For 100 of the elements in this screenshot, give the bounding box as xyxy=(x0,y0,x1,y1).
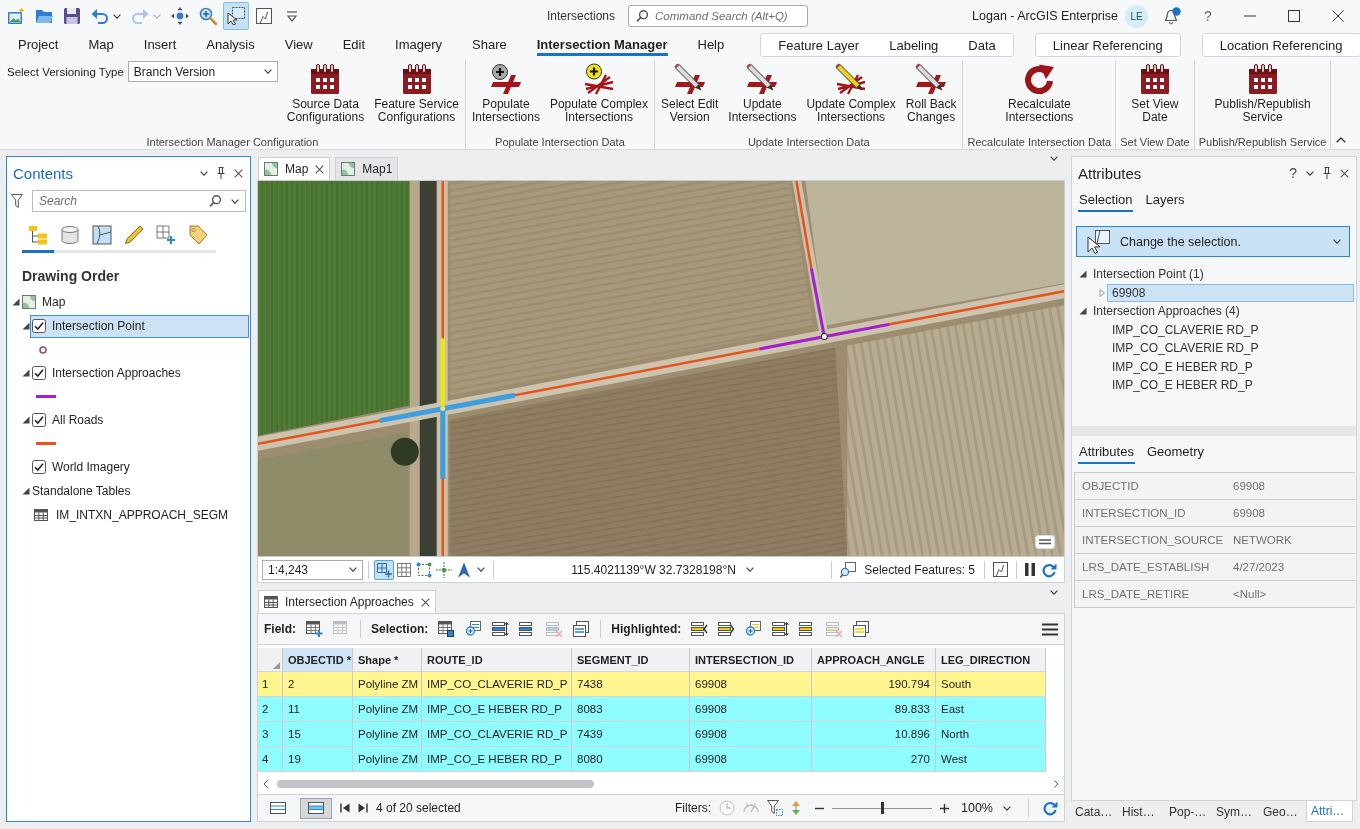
ribbon-button[interactable]: Publish/Republish Service xyxy=(1210,60,1315,130)
table-row[interactable]: 2 11 Polyline ZM IMP_CO_E HEBER RD_P 8083 69908 89.833 East xyxy=(258,697,1046,722)
tree-item[interactable]: Intersection Approaches (4) xyxy=(1088,302,1354,321)
triangle-icon[interactable] xyxy=(1079,270,1087,279)
filter-extent-icon[interactable] xyxy=(767,800,783,816)
tree-item[interactable]: IMP_CO_E HEBER RD_P xyxy=(1107,376,1354,395)
chevron-down-icon[interactable] xyxy=(1050,590,1058,595)
help-button[interactable]: ? xyxy=(1196,8,1220,24)
checkbox[interactable] xyxy=(32,413,46,427)
caret-icon[interactable] xyxy=(477,567,485,572)
table-plus-icon[interactable] xyxy=(306,621,323,637)
options-chevron-icon[interactable] xyxy=(200,170,208,176)
swap-rows-icon[interactable] xyxy=(772,621,790,637)
ribbon-tab[interactable]: View xyxy=(269,32,328,57)
tree-item[interactable]: IMP_CO_CLAVERIE RD_P xyxy=(1107,339,1354,358)
checkbox[interactable] xyxy=(32,366,46,380)
last-record-icon[interactable] xyxy=(358,803,368,813)
ribbon-tab[interactable]: Analysis xyxy=(191,32,270,57)
list-arrow-icon[interactable] xyxy=(718,621,736,637)
checkbox[interactable] xyxy=(32,460,46,474)
column-header[interactable]: Shape * xyxy=(353,648,422,672)
ribbon-tab[interactable]: Imagery xyxy=(380,32,458,57)
scrollbar-thumb[interactable] xyxy=(277,780,594,788)
row-number[interactable]: 4 xyxy=(258,747,283,772)
dock-tab[interactable]: Cata… xyxy=(1071,801,1118,822)
map-item[interactable]: Map xyxy=(20,290,249,314)
ribbon-button[interactable]: Recalculate Intersections xyxy=(1001,60,1078,130)
first-record-icon[interactable] xyxy=(340,803,350,813)
column-header[interactable]: SEGMENT_ID xyxy=(572,648,690,672)
close-icon[interactable] xyxy=(234,168,243,178)
tree-item[interactable]: IMP_CO_E HEBER RD_P xyxy=(1107,357,1354,376)
selected-features-count[interactable]: Selected Features: 5 xyxy=(864,562,975,577)
filter-icon[interactable] xyxy=(11,193,23,208)
column-header[interactable]: INTERSECTION_ID xyxy=(690,648,812,672)
chevron-down-icon[interactable] xyxy=(1050,156,1058,161)
triangle-icon[interactable] xyxy=(22,487,30,495)
ribbon-button[interactable]: Update Complex Intersections xyxy=(802,60,900,130)
ribbon-tab[interactable]: Feature Layer xyxy=(763,34,875,56)
close-icon[interactable] xyxy=(1340,168,1349,178)
copy-list-icon[interactable] xyxy=(853,621,871,637)
table-row[interactable]: 4 19 Polyline ZM IMP_CO_E HEBER RD_P 8080 69908 270 West xyxy=(258,747,1046,772)
pin-icon[interactable] xyxy=(1323,167,1331,179)
triangle-icon[interactable] xyxy=(22,416,30,424)
options-chevron-icon[interactable] xyxy=(1306,170,1314,176)
aerial-map[interactable] xyxy=(258,181,1064,556)
zoom-in-plus-icon[interactable] xyxy=(940,803,949,813)
tree-item[interactable]: 69908 xyxy=(1107,283,1354,302)
ribbon-button[interactable]: Populate Complex Intersections xyxy=(545,60,652,130)
snapping-toggle[interactable] xyxy=(374,559,394,580)
menu-icon[interactable] xyxy=(1042,622,1058,636)
ribbon-button[interactable]: Source Data Configurations xyxy=(282,60,369,130)
dock-tab[interactable]: Geo… xyxy=(1259,801,1306,822)
pin-icon[interactable] xyxy=(217,167,225,179)
table-item[interactable]: IM_INTXN_APPROACH_SEGM xyxy=(32,503,249,527)
layer-item[interactable]: Intersection Point xyxy=(30,314,249,338)
ribbon-tab[interactable]: Linear Referencing xyxy=(1037,34,1178,56)
layer-item[interactable]: World Imagery xyxy=(30,455,249,479)
pane-tab[interactable]: Layers xyxy=(1144,189,1186,212)
chevron-down-icon[interactable] xyxy=(745,567,754,572)
ribbon-tab[interactable]: Labeling xyxy=(874,34,954,56)
triangle-icon[interactable] xyxy=(12,298,20,306)
refresh-icon[interactable] xyxy=(1041,561,1057,578)
ribbon-button[interactable]: Set View Date xyxy=(1127,60,1183,130)
ribbon-button[interactable]: Feature Service Configurations xyxy=(370,60,463,130)
table-row[interactable]: 3 15 Polyline ZM IMP_CO_CLAVERIE RD_P 7439 69908 10.896 North xyxy=(258,722,1046,747)
zoom-to-icon[interactable] xyxy=(745,621,763,637)
ribbon-tab[interactable]: Location Referencing xyxy=(1204,34,1358,56)
search-icon[interactable] xyxy=(209,194,221,207)
selection-dropdown[interactable]: Change the selection. xyxy=(1076,226,1350,257)
map-frame-icon[interactable] xyxy=(993,562,1008,577)
copy-list-icon[interactable] xyxy=(573,621,591,637)
layer-item[interactable]: Intersection Approaches xyxy=(30,361,249,385)
slider-thumb[interactable] xyxy=(881,802,884,814)
correction-toggle[interactable] xyxy=(434,559,454,580)
triangle-icon[interactable] xyxy=(22,369,30,377)
caret-icon[interactable] xyxy=(231,198,239,204)
table-row[interactable]: 1 2 Polyline ZM IMP_CO_CLAVERIE RD_P 7438 69908 190.794 South xyxy=(258,672,1046,697)
checkbox[interactable] xyxy=(32,319,46,333)
map-tab[interactable]: Map xyxy=(258,157,331,180)
pane-tab[interactable]: Selection xyxy=(1078,189,1134,212)
ribbon-tab[interactable]: Insert xyxy=(128,32,192,57)
zoom-to-icon[interactable] xyxy=(465,621,483,637)
column-header[interactable]: ROUTE_ID xyxy=(422,648,572,672)
close-icon[interactable] xyxy=(420,597,430,607)
ribbon-tab[interactable]: Map xyxy=(73,32,129,57)
swap-rows-icon[interactable] xyxy=(492,621,510,637)
refresh-icon[interactable] xyxy=(1042,800,1058,816)
dock-tab[interactable]: Hist… xyxy=(1118,801,1165,822)
map-tab[interactable]: Map1 xyxy=(335,157,399,180)
help-button[interactable]: ? xyxy=(1289,165,1297,181)
pane-tab[interactable]: Attributes xyxy=(1078,441,1135,464)
close-icon[interactable] xyxy=(315,164,325,174)
pane-tab[interactable]: Geometry xyxy=(1145,441,1205,464)
select-button[interactable] xyxy=(223,2,249,30)
user-avatar[interactable]: LE xyxy=(1125,4,1148,28)
ribbon-button[interactable]: Populate Intersections xyxy=(467,60,544,130)
list-arrow-icon[interactable] xyxy=(691,621,709,637)
ribbon-tab[interactable]: Project xyxy=(3,32,74,57)
tree-item[interactable]: IMP_CO_CLAVERIE RD_P xyxy=(1107,320,1354,339)
collapse-ribbon-icon[interactable] xyxy=(1336,137,1346,143)
